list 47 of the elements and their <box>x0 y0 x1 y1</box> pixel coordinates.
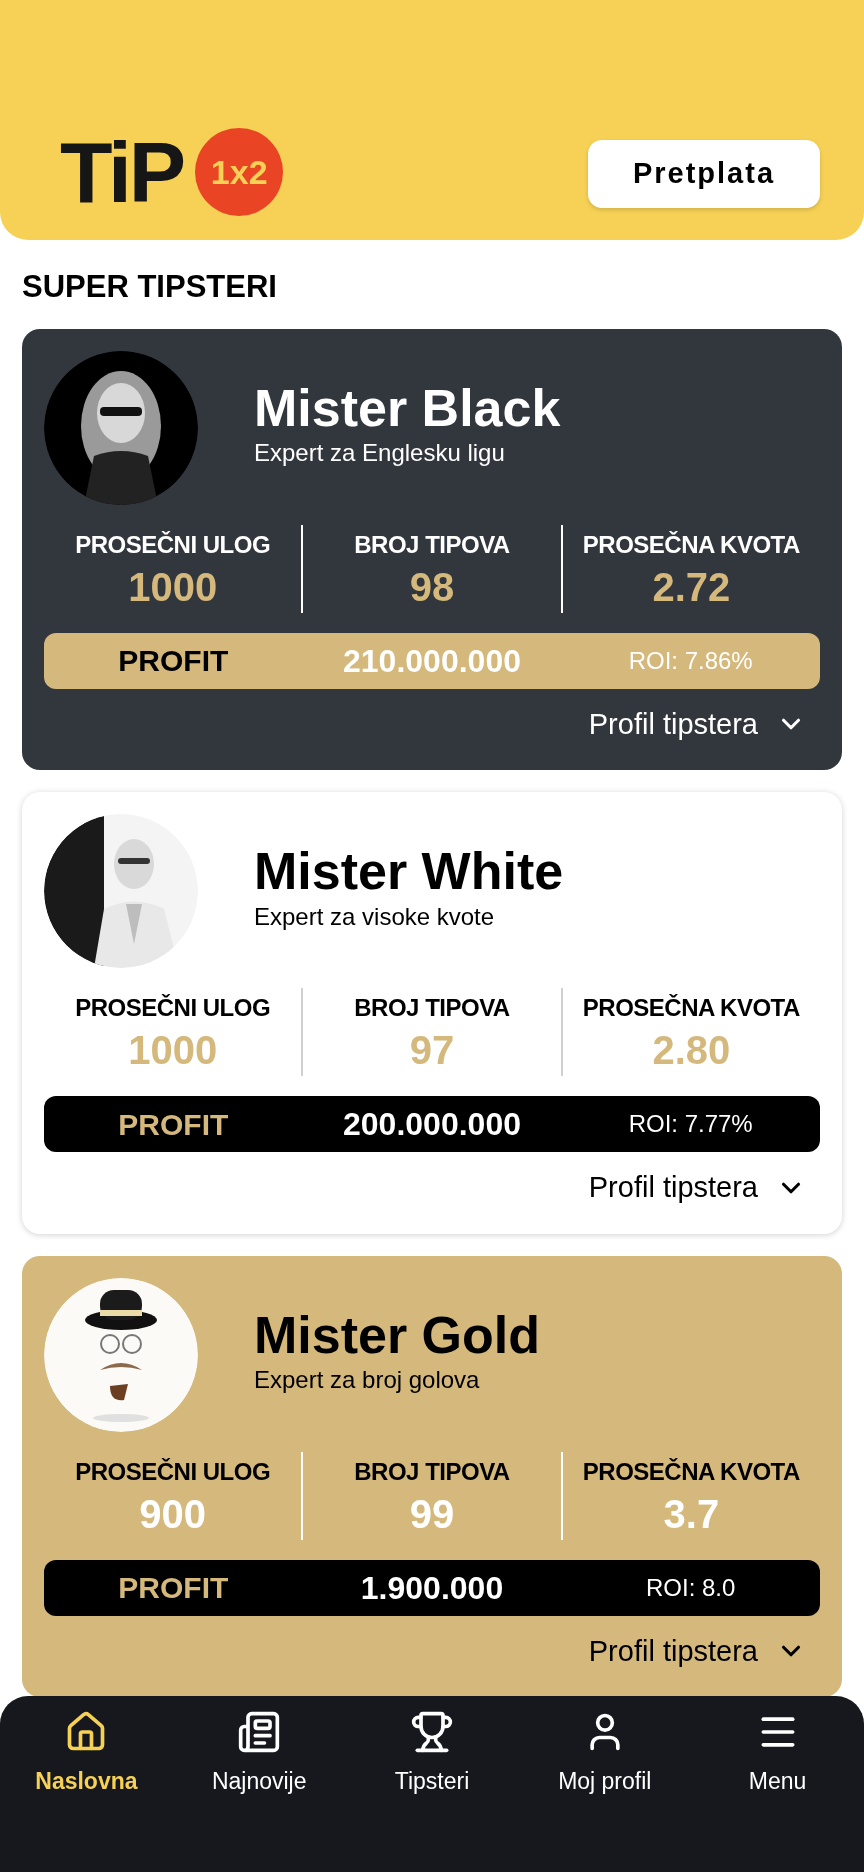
tipster-name: Mister White <box>254 841 564 903</box>
stat-label: PROSEČNI ULOG <box>75 1456 271 1487</box>
profile-toggle[interactable]: Profil tipstera <box>588 1629 820 1673</box>
stat-value: 2.80 <box>652 1027 731 1074</box>
tipster-name: Mister Gold <box>254 1304 541 1366</box>
profile-toggle[interactable]: Profil tipstera <box>588 702 820 746</box>
nav-tab[interactable]: Naslovna <box>0 1710 173 1872</box>
stat-label: PROSEČNA KVOTA <box>582 1456 800 1487</box>
stat-label: BROJ TIPOVA <box>354 1456 510 1487</box>
stat-label: PROSEČNI ULOG <box>75 529 271 560</box>
profit-value: 210.000.000 <box>342 641 522 681</box>
tipster-specialty: Expert za Englesku ligu <box>254 439 506 469</box>
stat-label: PROSEČNI ULOG <box>75 993 271 1023</box>
stat-label: BROJ TIPOVA <box>354 529 510 560</box>
stat-value: 1000 <box>128 1027 218 1074</box>
stat-label: BROJ TIPOVA <box>354 993 510 1023</box>
tipster-specialty: Expert za visoke kvote <box>254 902 496 932</box>
tipster-name: Mister Black <box>254 377 561 439</box>
tipster-specialty: Expert za broj golova <box>254 1366 481 1396</box>
stat-value: 97 <box>409 1027 455 1074</box>
nav-tab[interactable]: Moj profil <box>518 1710 692 1872</box>
roi-value: ROI: 7.77% <box>627 1109 754 1139</box>
logo-badge: 1x2 <box>195 128 284 216</box>
stat-value: 99 <box>409 1490 455 1538</box>
profile-toggle[interactable]: Profil tipstera <box>588 1166 820 1210</box>
subscribe-button[interactable]: Pretplata <box>588 140 820 208</box>
stat-value: 98 <box>409 563 455 611</box>
newspaper-icon <box>237 1710 282 1754</box>
profit-label: PROFIT <box>117 643 230 679</box>
stat-label: PROSEČNA KVOTA <box>582 993 800 1023</box>
stat-value: 900 <box>139 1490 207 1538</box>
nav-tab[interactable]: Menu <box>691 1710 864 1872</box>
stat-label: PROSEČNA KVOTA <box>582 529 800 560</box>
trophy-icon <box>410 1710 454 1754</box>
roi-value: ROI: 8.0 <box>644 1572 737 1603</box>
roi-value: ROI: 7.86% <box>627 645 754 676</box>
profit-label: PROFIT <box>117 1570 230 1606</box>
nav-tab[interactable]: Tipsteri <box>345 1710 519 1872</box>
profit-label: PROFIT <box>117 1106 230 1143</box>
nav-tab[interactable]: Najnovije <box>172 1710 346 1872</box>
profit-value: 1.900.000 <box>359 1568 505 1608</box>
stat-value: 3.7 <box>663 1490 720 1538</box>
logo-text: TiP <box>60 129 185 215</box>
profit-value: 200.000.000 <box>342 1105 522 1144</box>
section-title: SUPER TIPSTERI <box>21 268 278 306</box>
stat-value: 1000 <box>128 563 218 611</box>
stat-value: 2.72 <box>652 563 731 611</box>
